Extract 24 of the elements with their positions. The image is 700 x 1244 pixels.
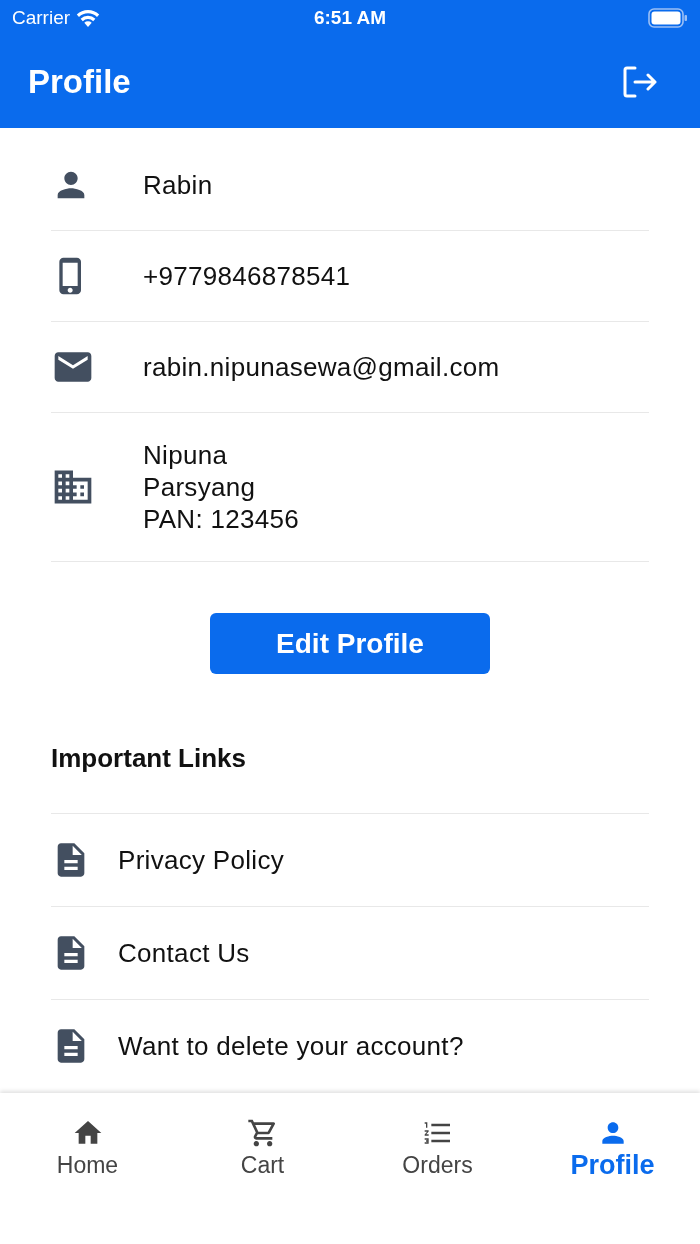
profile-info-text: PAN: 123456 xyxy=(143,503,300,535)
profile-info-text: Rabin xyxy=(143,169,213,201)
link-label: Privacy Policy xyxy=(118,843,284,877)
nav-tab[interactable]: Home xyxy=(0,1093,175,1204)
page-title: Profile xyxy=(28,62,131,103)
link-row[interactable]: Privacy Policy xyxy=(51,813,649,906)
battery-icon xyxy=(648,8,688,28)
link-label: Want to delete your account? xyxy=(118,1029,464,1063)
nav-tab[interactable]: Cart xyxy=(175,1093,350,1204)
wifi-icon xyxy=(76,9,101,27)
link-label: Contact Us xyxy=(118,936,250,970)
profile-info-text: +9779846878541 xyxy=(143,260,351,292)
clock-time: 6:51 AM xyxy=(313,5,387,30)
logout-icon xyxy=(623,66,657,98)
edit-profile-button[interactable]: Edit Profile xyxy=(210,613,490,674)
link-row[interactable]: Want to delete your account? xyxy=(51,999,649,1092)
carrier-label: Carrier xyxy=(12,5,71,30)
profile-info-text: Nipuna xyxy=(143,439,229,471)
link-row[interactable]: Contact Us xyxy=(51,906,649,999)
nav-tab[interactable]: Orders xyxy=(350,1093,525,1204)
profile-info-text: rabin.nipunasewa@gmail.com xyxy=(143,351,500,383)
profile-info-text: Parsyang xyxy=(143,471,257,503)
section-heading: Important Links xyxy=(51,742,246,775)
nav-tab[interactable]: Profile xyxy=(525,1093,700,1204)
